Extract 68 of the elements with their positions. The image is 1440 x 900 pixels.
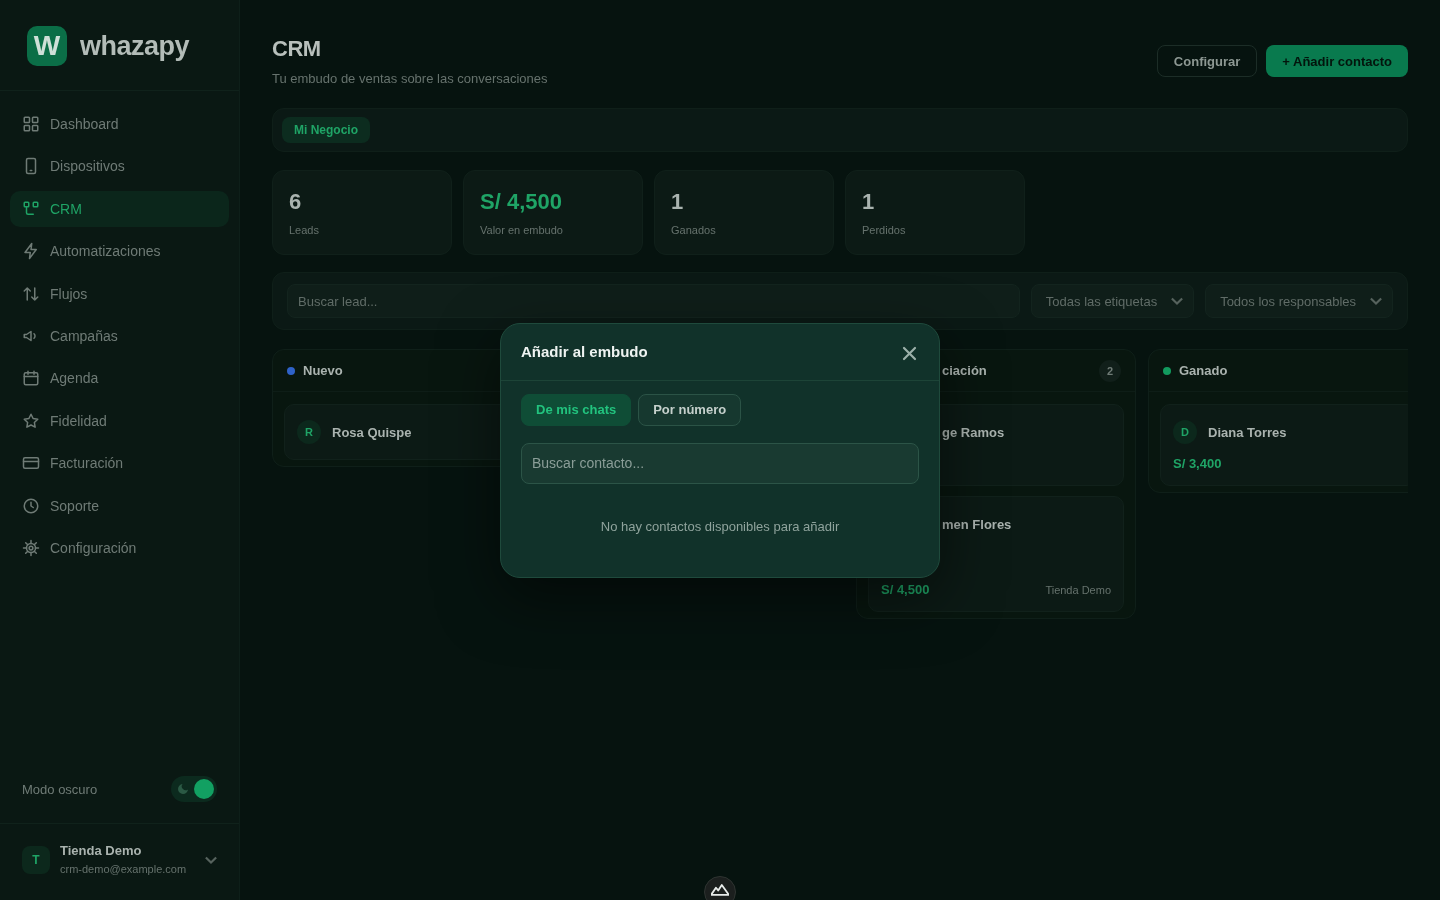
calendar-icon — [22, 369, 40, 388]
nav-item[interactable]: CRM — [10, 190, 229, 227]
dark-mode-label: Modo oscuro — [22, 781, 98, 797]
lead-name: Rosa Quispe — [332, 424, 412, 440]
stat-label: Leads — [289, 223, 320, 237]
lead-value: S/ 4,500 — [881, 582, 930, 598]
search-field[interactable]: Buscar contacto... — [521, 442, 919, 484]
empty-message: No hay contactos disponibles para añadir — [599, 517, 841, 536]
nav-item[interactable]: Campañas — [10, 317, 229, 354]
star-icon — [22, 411, 40, 430]
lead-avatar: D — [1173, 420, 1197, 444]
mountain-icon — [711, 884, 729, 896]
stat-value: 6 — [289, 189, 303, 215]
nav-item[interactable]: Configuración — [10, 529, 229, 566]
logo-mark: W — [27, 26, 67, 66]
pipeline-tab[interactable]: Mi Negocio — [282, 117, 370, 143]
nav-item[interactable]: Fidelidad — [10, 402, 229, 439]
column-title: Nuevo — [303, 363, 343, 378]
nav-item[interactable]: Facturación — [10, 445, 229, 482]
stat-value: S/ 4,500 — [480, 189, 563, 215]
clock-icon — [22, 496, 40, 515]
tab[interactable]: De mis chats — [521, 393, 632, 426]
account-name: Tienda Demo — [60, 843, 143, 859]
nav-item[interactable]: Agenda — [10, 360, 229, 397]
stat-value: 1 — [671, 189, 685, 215]
lead-name: Diana Torres — [1208, 424, 1287, 440]
close-icon — [903, 347, 915, 359]
nav-item[interactable]: Dispositivos — [10, 148, 229, 185]
nav-item[interactable]: Soporte — [10, 487, 229, 524]
column-title: Ganado — [1179, 363, 1228, 378]
tab[interactable]: Por número — [638, 393, 742, 426]
grid-icon — [22, 115, 40, 133]
brand-name: whazapy — [80, 30, 190, 62]
chevron-down-icon — [1171, 295, 1184, 307]
gear-icon — [22, 538, 40, 557]
arrows-icon — [22, 284, 40, 303]
moon-icon — [178, 784, 188, 794]
add-contact-button[interactable]: + Añadir contacto — [1266, 45, 1408, 77]
page-title: CRM — [272, 36, 322, 62]
close-button[interactable] — [900, 344, 918, 362]
lead-name: ge Ramos — [942, 424, 1005, 440]
column-count: 2 — [1099, 359, 1121, 382]
chevron-down-icon — [1370, 295, 1382, 307]
search-field[interactable]: Buscar lead... — [287, 284, 1020, 318]
nav-item[interactable]: Dashboard — [10, 106, 229, 142]
account-email: crm-demo@example.com — [60, 862, 188, 876]
stat-label: Ganados — [671, 223, 717, 237]
configure-button[interactable]: Configurar — [1156, 45, 1258, 77]
devtools-button[interactable] — [704, 876, 736, 900]
nav-item[interactable]: Automatizaciones — [10, 233, 229, 270]
lead-value: S/ 3,400 — [1173, 456, 1222, 472]
lead-name: men Flores — [942, 516, 1012, 532]
column-title: ciación — [942, 363, 987, 378]
toggle-switch[interactable] — [171, 776, 217, 802]
stat-label: Valor en embudo — [480, 223, 564, 237]
dialog-title: Añadir al embudo — [521, 343, 648, 360]
nodes-icon — [22, 199, 40, 218]
bolt-icon — [22, 242, 40, 261]
nav-item[interactable]: Flujos — [10, 275, 229, 312]
lead-owner: Tienda Demo — [1045, 583, 1111, 598]
page-subtitle: Tu embudo de ventas sobre las conversaciones — [272, 70, 548, 88]
stat-value: 1 — [862, 189, 876, 215]
stat-label: Perdidos — [862, 223, 907, 237]
lead-avatar: R — [297, 420, 321, 444]
account-avatar: T — [22, 845, 50, 874]
lead-card[interactable]: D Diana Torres S/ 3,400 — [1160, 404, 1408, 486]
select-field[interactable]: Todas las etiquetas — [1030, 284, 1195, 318]
select-field[interactable]: Todos los responsables — [1205, 284, 1393, 318]
